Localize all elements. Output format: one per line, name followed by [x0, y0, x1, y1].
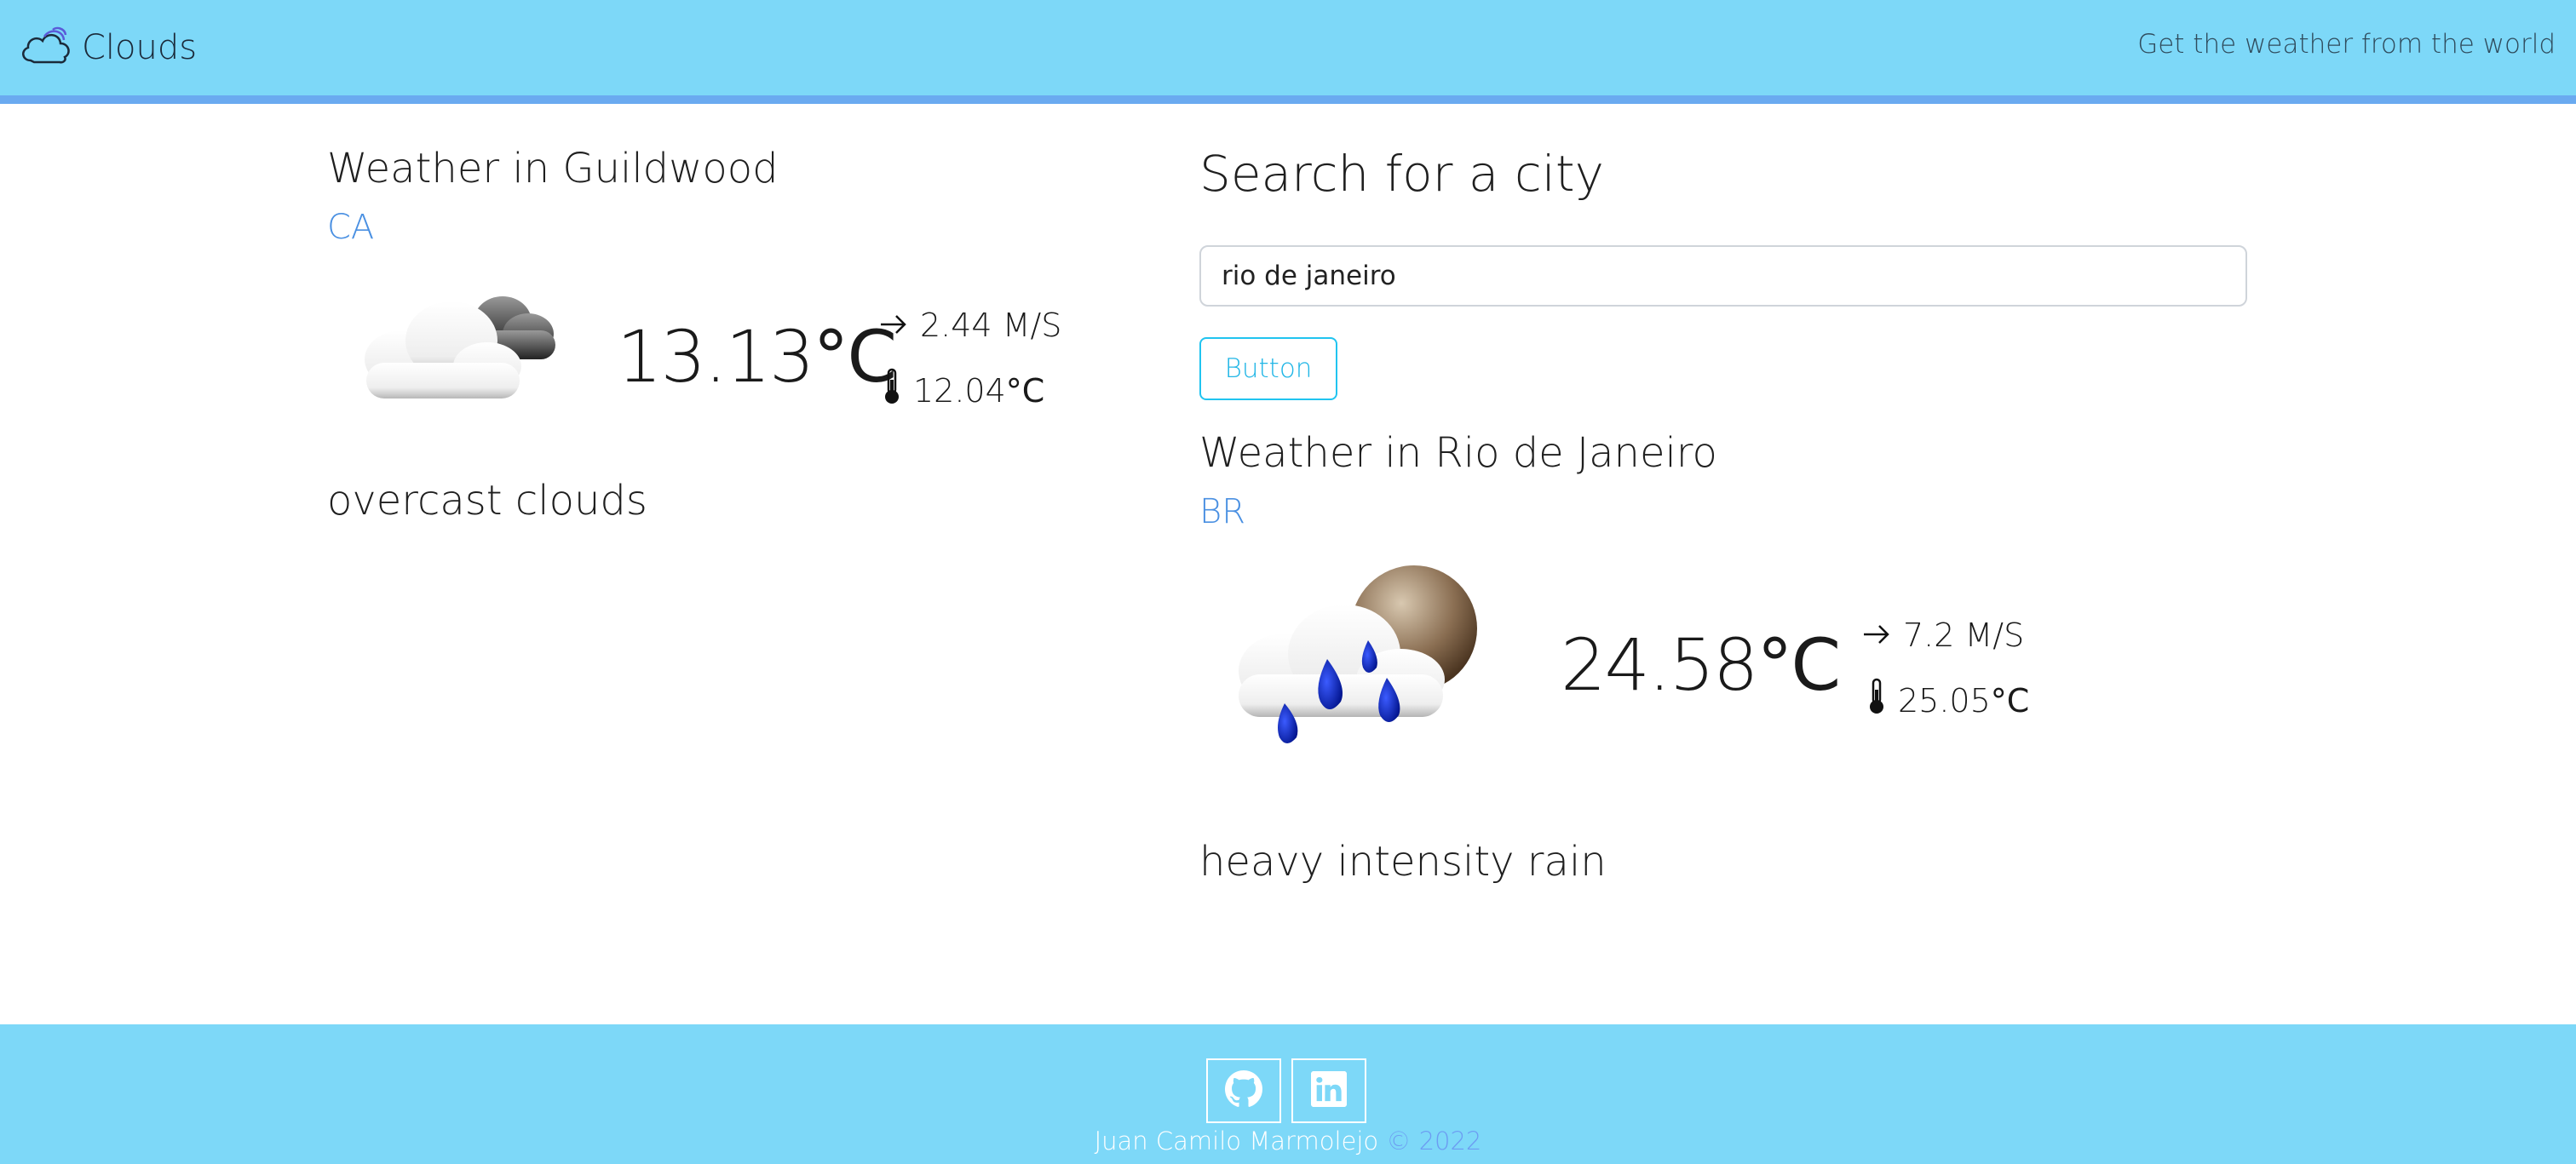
- search-button[interactable]: Button: [1199, 337, 1337, 400]
- current-weather-card: Weather in Guildwood CA 13.13°C 2.44 M/S…: [327, 145, 1094, 525]
- searched-country-code: BR: [1199, 492, 1245, 531]
- current-country-code: CA: [327, 208, 375, 247]
- searched-wind: 7.2 M/S: [1862, 616, 2024, 654]
- cloud-icon: [19, 25, 73, 71]
- github-icon: [1225, 1070, 1262, 1111]
- current-temperature: 13.13°C: [617, 315, 897, 399]
- thermometer-icon: [1867, 678, 1886, 723]
- linkedin-link[interactable]: [1291, 1058, 1366, 1123]
- footer: Juan Camilo Marmolejo © 2022: [0, 1024, 2576, 1164]
- brand-link[interactable]: Clouds: [19, 22, 197, 73]
- brand-name: Clouds: [82, 28, 198, 67]
- searched-temperature-value: 24.58: [1561, 623, 1758, 707]
- arrow-right-icon: [879, 307, 908, 344]
- linkedin-icon: [1311, 1071, 1347, 1110]
- searched-weather-card: Weather in Rio de Janeiro BR 24.58°C 7.2…: [1199, 429, 2256, 886]
- arrow-right-icon: [1862, 616, 1891, 654]
- searched-weather-description: heavy intensity rain: [1199, 838, 1607, 886]
- searched-wind-speed: 7.2 M/S: [1903, 616, 2025, 654]
- current-wind-speed: 2.44 M/S: [920, 307, 1062, 344]
- current-temperature-value: 13.13: [617, 315, 814, 399]
- current-feels-value: 12.04: [913, 371, 1006, 410]
- searched-feels-value: 25.05: [1898, 681, 1991, 720]
- overcast-clouds-icon: [351, 281, 572, 412]
- searched-feels-unit: °C: [1990, 681, 2030, 720]
- github-link[interactable]: [1206, 1058, 1281, 1123]
- thermometer-icon: [883, 368, 901, 413]
- current-wind: 2.44 M/S: [879, 307, 1061, 344]
- current-weather-details: 13.13°C 2.44 M/S 12.04°C overcast clouds: [327, 281, 1094, 525]
- searched-temperature: 24.58°C: [1561, 623, 1841, 707]
- current-weather-title: Weather in Guildwood: [327, 145, 779, 192]
- searched-weather-title: Weather in Rio de Janeiro: [1199, 429, 1717, 477]
- author-name: Juan Camilo Marmolejo: [1094, 1127, 1387, 1155]
- searched-temperature-unit: °C: [1757, 623, 1841, 707]
- navbar: Clouds Get the weather from the world: [0, 0, 2576, 104]
- searched-weather-details: 24.58°C 7.2 M/S 25.05°C heavy intensity …: [1199, 565, 2256, 886]
- current-feels-unit: °C: [1005, 371, 1045, 410]
- copyright-year: © 2022: [1386, 1127, 1482, 1155]
- city-search-input[interactable]: [1199, 245, 2247, 307]
- tagline: Get the weather from the world: [2137, 29, 2556, 60]
- footer-credit: Juan Camilo Marmolejo © 2022: [0, 1127, 2576, 1155]
- current-weather-description: overcast clouds: [327, 477, 647, 525]
- heavy-rain-icon: [1225, 565, 1489, 765]
- searched-feels-like: 25.05°C: [1867, 678, 2029, 723]
- search-title: Search for a city: [1199, 145, 1604, 203]
- current-feels-like: 12.04°C: [883, 368, 1044, 413]
